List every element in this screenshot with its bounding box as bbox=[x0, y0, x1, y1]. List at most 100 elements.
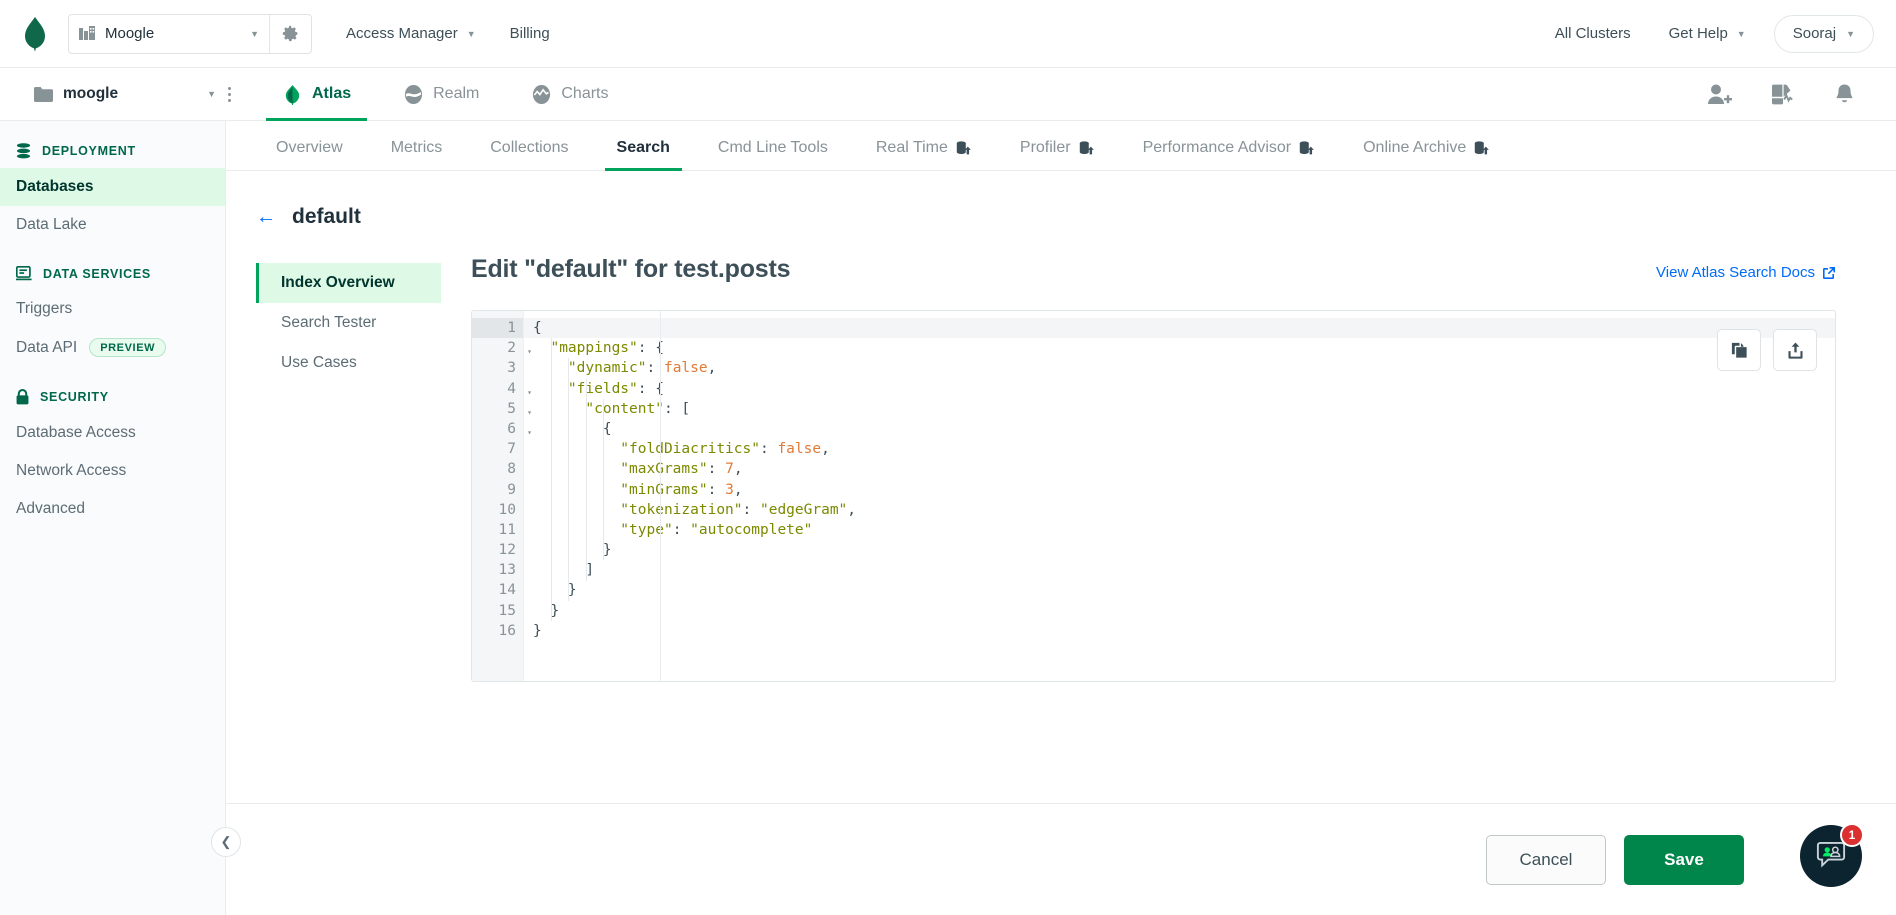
editor-code-line: "foldDiacritics": false, bbox=[533, 439, 1835, 459]
tab-overview-label: Overview bbox=[276, 139, 343, 156]
code-token: } bbox=[533, 602, 560, 619]
sidebar-item-data-api-label: Data API bbox=[16, 338, 78, 356]
cluster-tabs: Overview Metrics Collections Search Cmd … bbox=[226, 121, 1896, 171]
billing-link[interactable]: Billing bbox=[510, 25, 550, 42]
sidebar-item-triggers[interactable]: Triggers bbox=[0, 290, 225, 328]
page-title: Edit "default" for test.posts bbox=[471, 255, 791, 283]
tab-profiler[interactable]: Profiler bbox=[1000, 139, 1115, 170]
code-token: "mappings" bbox=[533, 340, 638, 357]
lock-icon bbox=[16, 389, 29, 405]
chevron-left-icon: ❮ bbox=[220, 834, 232, 849]
access-manager-label: Access Manager bbox=[346, 25, 458, 42]
sidebar-item-database-access[interactable]: Database Access bbox=[0, 414, 225, 452]
subnav-item-use-cases[interactable]: Use Cases bbox=[256, 343, 441, 383]
external-link-icon bbox=[1823, 266, 1835, 279]
copy-button[interactable] bbox=[1717, 329, 1761, 371]
sidebar-item-databases[interactable]: Databases bbox=[0, 168, 225, 206]
tab-collections[interactable]: Collections bbox=[470, 139, 588, 170]
chevron-down-icon: ▼ bbox=[207, 89, 216, 99]
code-token: , bbox=[821, 441, 830, 458]
organization-selector-main[interactable]: Moogle ▼ bbox=[69, 15, 269, 53]
chevron-down-icon: ▼ bbox=[1846, 28, 1855, 39]
upgrade-required-icon bbox=[1299, 140, 1314, 154]
organization-name: Moogle bbox=[105, 25, 155, 42]
code-token: : bbox=[759, 441, 778, 458]
cancel-button[interactable]: Cancel bbox=[1486, 834, 1606, 885]
sidebar-collapse-button[interactable]: ❮ bbox=[211, 827, 241, 857]
ellipsis-vertical-icon bbox=[227, 92, 231, 96]
organization-selector[interactable]: Moogle ▼ bbox=[68, 13, 312, 54]
project-selector[interactable]: moogle ▼ bbox=[16, 85, 216, 103]
access-manager-menu[interactable]: Access Manager ▼ bbox=[346, 25, 476, 42]
code-token: , bbox=[847, 501, 857, 518]
editor-code-line: ] bbox=[533, 560, 1835, 580]
app-services-icon bbox=[16, 266, 32, 281]
user-menu[interactable]: Sooraj ▼ bbox=[1773, 14, 1874, 53]
gear-icon bbox=[282, 25, 298, 42]
bell-notification-icon[interactable] bbox=[1833, 83, 1856, 106]
sidebar-group-security: SECURITY bbox=[0, 367, 225, 414]
subnav-item-index-overview[interactable]: Index Overview bbox=[256, 263, 441, 303]
sidebar-item-data-api[interactable]: Data API PREVIEW bbox=[0, 328, 225, 367]
json-editor[interactable]: 1▾2▾ 3 4▾5▾6▾ 7 8 9 10 11 12 13 14 15 16 { "mappings… bbox=[471, 310, 1836, 682]
sidebar-item-advanced[interactable]: Advanced bbox=[0, 490, 225, 528]
tab-search-label: Search bbox=[616, 139, 670, 156]
atlas-leaf-icon bbox=[285, 84, 300, 105]
code-token: "autocomplete" bbox=[690, 521, 813, 538]
tab-cmd-line-tools[interactable]: Cmd Line Tools bbox=[698, 139, 848, 170]
product-tab-charts[interactable]: Charts bbox=[505, 68, 634, 121]
all-clusters-link[interactable]: All Clusters bbox=[1555, 25, 1631, 42]
editor-code-line: "dynamic": false, bbox=[533, 358, 1835, 378]
product-tab-atlas[interactable]: Atlas bbox=[256, 68, 377, 121]
chevron-down-icon: ▼ bbox=[1736, 28, 1746, 39]
view-atlas-search-docs-link[interactable]: View Atlas Search Docs bbox=[1656, 264, 1836, 281]
sidebar-item-triggers-label: Triggers bbox=[16, 300, 73, 317]
upgrade-required-icon bbox=[1475, 140, 1490, 154]
sidebar-item-network-access[interactable]: Network Access bbox=[0, 452, 225, 490]
code-token: "content" bbox=[533, 400, 664, 417]
tab-search[interactable]: Search bbox=[597, 139, 690, 171]
project-actions-menu[interactable] bbox=[216, 86, 242, 102]
tab-metrics[interactable]: Metrics bbox=[371, 139, 463, 170]
indent-guide bbox=[568, 358, 569, 601]
tab-overview[interactable]: Overview bbox=[256, 139, 363, 170]
tab-real-time[interactable]: Real Time bbox=[856, 139, 992, 170]
editor-footer: Cancel Save bbox=[226, 803, 1896, 915]
editor-code-line: } bbox=[533, 621, 1835, 641]
code-token: } bbox=[533, 622, 542, 639]
sidebar-item-network-access-label: Network Access bbox=[16, 462, 127, 479]
tab-online-archive[interactable]: Online Archive bbox=[1343, 139, 1510, 170]
editor-code-line: "mappings": { bbox=[533, 338, 1835, 358]
editor-line-number: 14 bbox=[498, 582, 516, 599]
code-token: "maxGrams" bbox=[533, 461, 708, 478]
editor-code-area[interactable]: { "mappings": { "dynamic": false, "field… bbox=[524, 311, 1835, 681]
product-tab-realm[interactable]: Realm bbox=[377, 68, 505, 121]
project-header-icons bbox=[1707, 83, 1880, 106]
get-help-menu[interactable]: Get Help ▼ bbox=[1669, 25, 1746, 42]
code-token: } bbox=[533, 582, 577, 599]
ellipsis-vertical-icon bbox=[227, 86, 231, 90]
copy-icon bbox=[1731, 342, 1747, 358]
support-chat-button[interactable]: 1 bbox=[1800, 823, 1864, 887]
save-button[interactable]: Save bbox=[1624, 834, 1744, 885]
subnav-item-search-tester[interactable]: Search Tester bbox=[256, 303, 441, 343]
sidebar-item-data-lake[interactable]: Data Lake bbox=[0, 206, 225, 244]
json-editor-body[interactable]: 1▾2▾ 3 4▾5▾6▾ 7 8 9 10 11 12 13 14 15 16 { "mappings… bbox=[472, 311, 1835, 681]
organization-settings-button[interactable] bbox=[269, 14, 311, 53]
sidebar-item-advanced-label: Advanced bbox=[16, 500, 85, 517]
editor-code-line: "fields": { bbox=[533, 379, 1835, 399]
tab-performance-advisor[interactable]: Performance Advisor bbox=[1123, 139, 1336, 170]
chevron-down-icon: ▼ bbox=[250, 28, 259, 39]
back-to-index-link[interactable]: ← default bbox=[256, 205, 1836, 229]
product-tab-charts-label: Charts bbox=[561, 85, 609, 102]
ellipsis-vertical-icon bbox=[227, 98, 231, 102]
invite-user-icon[interactable] bbox=[1707, 83, 1732, 106]
code-token: : bbox=[707, 481, 726, 498]
arrow-left-icon: ← bbox=[256, 206, 276, 228]
all-clusters-label: All Clusters bbox=[1554, 25, 1631, 42]
export-button[interactable] bbox=[1773, 329, 1817, 371]
mongodb-leaf-icon[interactable] bbox=[22, 16, 48, 51]
activity-feed-icon[interactable] bbox=[1770, 83, 1795, 106]
code-token: false bbox=[663, 360, 708, 377]
sidebar-group-data-services: DATA SERVICES bbox=[0, 244, 225, 290]
